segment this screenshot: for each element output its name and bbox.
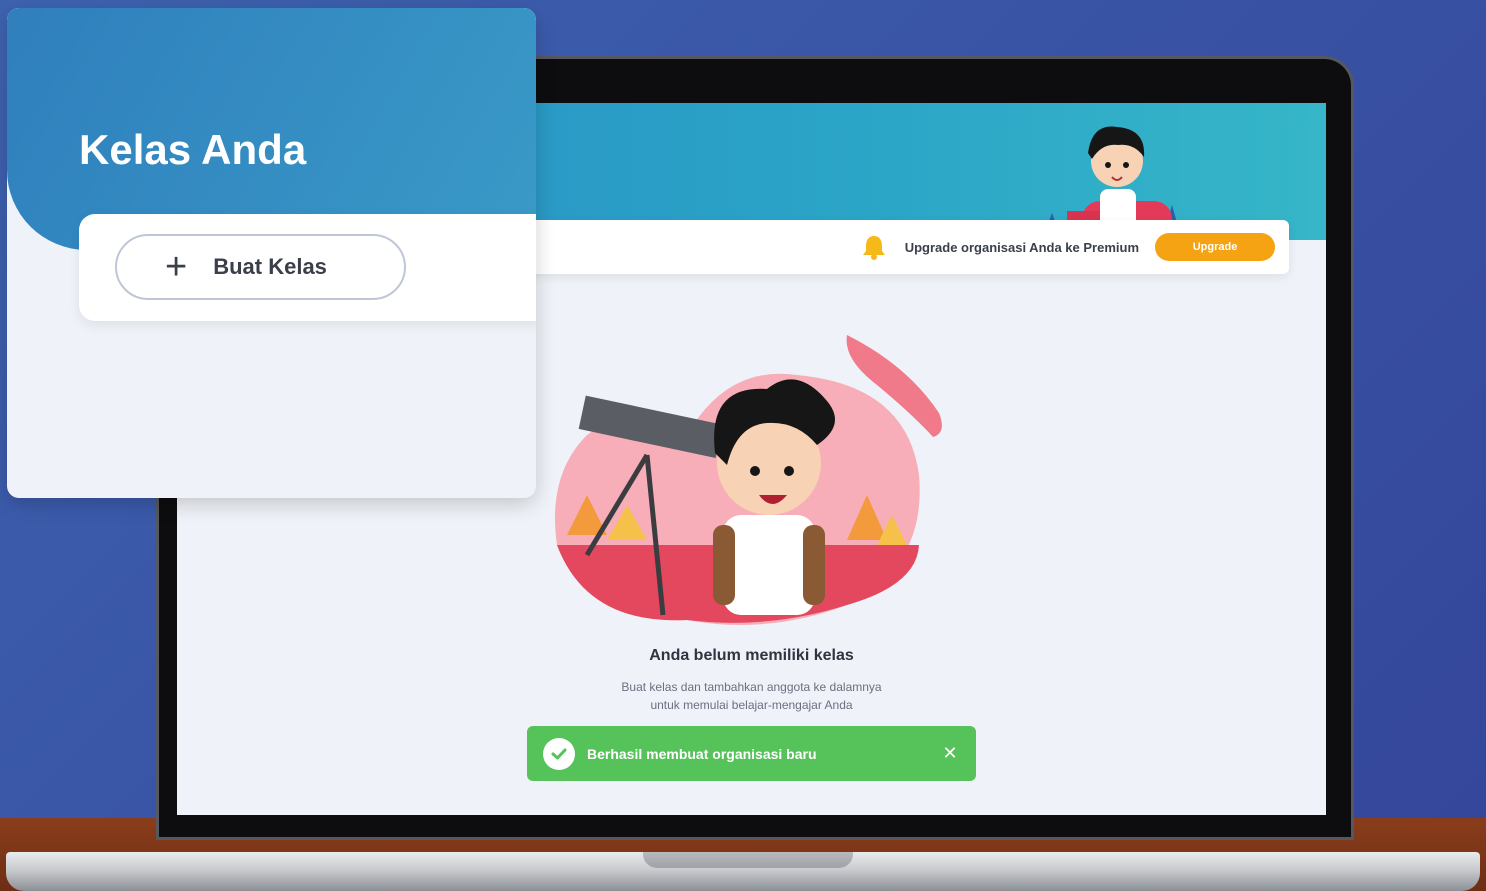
empty-state-illustration (555, 335, 942, 625)
close-icon[interactable]: ✕ (940, 743, 960, 764)
premium-banner: Upgrade organisasi Anda ke Premium Upgra… (457, 220, 1289, 274)
empty-state-description: Buat kelas dan tambahkan anggota ke dala… (177, 678, 1326, 714)
empty-state-title: Anda belum memiliki kelas (649, 647, 854, 664)
empty-state-description-line1: Buat kelas dan tambahkan anggota ke dala… (621, 680, 882, 694)
empty-state-description-line2: untuk memulai belajar-mengajar Anda (650, 698, 853, 712)
plus-icon: + (165, 246, 188, 288)
toast-message: Berhasil membuat organisasi baru (587, 745, 817, 762)
bell-icon (862, 236, 885, 260)
classes-card: Kelas Anda + Buat Kelas (7, 8, 536, 498)
page-title: Kelas Anda (79, 126, 307, 173)
create-class-label: Buat Kelas (213, 254, 327, 279)
create-class-panel: + Buat Kelas (79, 214, 536, 321)
check-circle-icon (543, 737, 575, 770)
premium-banner-text: Upgrade organisasi Anda ke Premium (904, 239, 1139, 255)
upgrade-button[interactable]: Upgrade (1155, 233, 1275, 261)
success-toast: Berhasil membuat organisasi baru ✕ (527, 726, 976, 781)
laptop-notch (643, 852, 853, 868)
create-class-button[interactable]: + Buat Kelas (115, 234, 406, 300)
